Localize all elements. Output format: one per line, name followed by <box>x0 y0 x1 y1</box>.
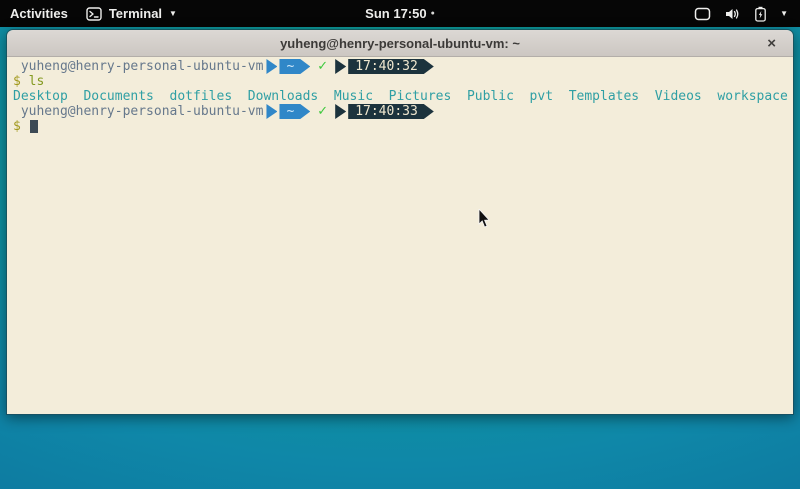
ls-output-line: Desktop Documents dotfiles Downloads Mus… <box>13 89 789 104</box>
notification-dot: ● <box>431 10 435 17</box>
powerline-arrow-icon <box>335 104 346 119</box>
checkmark-icon: ✓ <box>317 104 328 119</box>
command-line: $ ls <box>13 74 789 89</box>
terminal-cursor <box>30 120 38 133</box>
directory-listing: Desktop Documents dotfiles Downloads Mus… <box>13 89 788 104</box>
chevron-down-icon: ▼ <box>169 9 177 18</box>
input-line[interactable]: $ <box>13 119 789 134</box>
time-segment: 17:40:33 <box>348 104 434 119</box>
battery-charging-icon <box>754 6 767 22</box>
terminal-app-icon <box>86 7 102 21</box>
window-titlebar[interactable]: yuheng@henry-personal-ubuntu-vm: ~ × <box>7 30 793 57</box>
user-host-text: yuheng@henry-personal-ubuntu-vm <box>13 59 263 74</box>
checkmark-icon: ✓ <box>317 59 328 74</box>
space <box>21 119 29 134</box>
window-title: yuheng@henry-personal-ubuntu-vm: ~ <box>280 36 520 51</box>
time-segment: 17:40:32 <box>348 59 434 74</box>
user-host-text: yuheng@henry-personal-ubuntu-vm <box>13 104 263 119</box>
mouse-cursor <box>478 209 491 233</box>
clock-label[interactable]: Sun 17:50 <box>365 6 426 21</box>
top-bar: Activities Terminal ▼ Sun 17:50 ● <box>0 0 800 27</box>
powerline-arrow-icon <box>266 59 277 74</box>
command-text: ls <box>29 74 45 89</box>
prompt-symbol: $ <box>13 119 21 134</box>
prompt-line: yuheng@henry-personal-ubuntu-vm ~ ✓ 17:4… <box>13 104 789 119</box>
prompt-symbol: $ <box>13 74 21 89</box>
cwd-segment: ~ <box>279 59 310 74</box>
app-menu-terminal[interactable]: Terminal ▼ <box>86 6 177 21</box>
powerline-arrow-icon <box>266 104 277 119</box>
volume-icon <box>724 7 741 21</box>
close-icon[interactable]: × <box>762 30 781 56</box>
terminal-screen[interactable]: yuheng@henry-personal-ubuntu-vm ~ ✓ 17:4… <box>7 57 793 414</box>
powerline-arrow-icon <box>335 59 346 74</box>
screen-icon <box>694 7 711 21</box>
space <box>21 74 29 89</box>
system-tray[interactable]: ▼ <box>694 6 800 22</box>
cwd-segment: ~ <box>279 104 310 119</box>
terminal-window: yuheng@henry-personal-ubuntu-vm: ~ × yuh… <box>6 29 794 415</box>
chevron-down-icon[interactable]: ▼ <box>780 9 788 18</box>
prompt-line: yuheng@henry-personal-ubuntu-vm ~ ✓ 17:4… <box>13 59 789 74</box>
app-menu-label: Terminal <box>109 6 162 21</box>
activities-button[interactable]: Activities <box>10 6 68 21</box>
